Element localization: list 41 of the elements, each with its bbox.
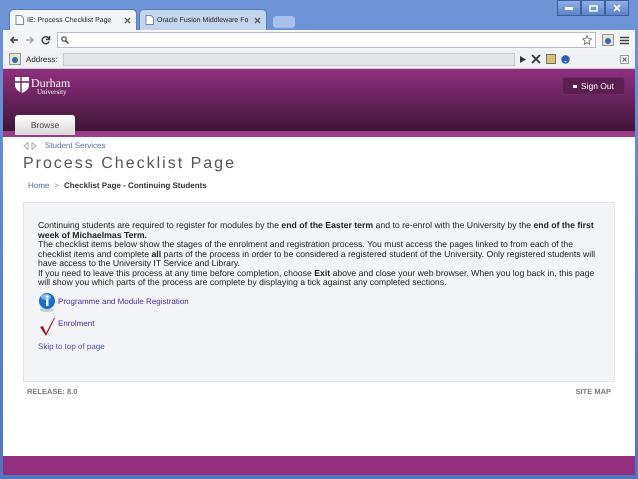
student-services-link[interactable]: Student Services [45,141,106,150]
close-icon [613,4,621,12]
minimize-button[interactable] [557,0,581,16]
minimize-icon [565,6,573,10]
tick-icon [38,316,56,336]
close-icon[interactable] [254,16,261,24]
info-icon [38,292,56,312]
address-field[interactable] [62,52,515,66]
help-icon[interactable] [561,54,570,64]
browse-tab[interactable]: Browse [15,115,75,135]
close-icon[interactable] [124,16,131,24]
star-icon[interactable] [582,35,592,45]
menu-icon[interactable] [620,36,629,44]
intro-paragraph: Continuing students are required to register for modules by the end of the Easter term and to re-enrol with the University by the end of the first week of Michaelmas Term. [38,221,595,240]
logo-name: Durham [31,77,70,89]
go-icon[interactable] [520,56,526,62]
page-icon [15,15,24,25]
breadcrumb-separator: > [54,181,60,190]
extension-icon[interactable] [546,54,556,64]
address-label: Address: [26,54,58,64]
ie-tab-icon [9,53,21,65]
maximize-icon [588,4,598,12]
maximize-button[interactable] [581,0,605,16]
skip-link[interactable]: Skip to top of page [38,342,105,350]
url-field[interactable] [57,32,596,48]
close-icon[interactable] [620,54,629,64]
intro-paragraph: The checklist items below show the stages of the enrolment and registration process. You must access the pages linked to from each of the checklist items and complete all parts of the process in order to be considered a registered student of the University. Only registered students will have access to the University IT Service and Library. [38,240,596,268]
home-link[interactable]: Home [28,181,50,190]
page-title: Process Checklist Page [23,155,237,173]
page-icon [145,15,154,25]
current-page: Checklist Page - Continuing Students [64,181,207,190]
sign-out-button[interactable]: Sign Out [562,77,625,95]
checklist-link[interactable]: Programme and Module Registration [58,296,189,306]
extension-icon[interactable] [602,34,614,46]
checklist-link[interactable]: Enrolment [58,318,94,328]
search-icon [61,36,69,44]
intro-paragraph: If you need to leave this process at any time before completion, choose Exit above and close your web browser. When you log back in, this page will show you which parts of the process are complete by displaying a tick against any completed sections. [38,268,596,288]
shield-icon [15,77,29,93]
reload-icon[interactable] [41,35,51,45]
back-icon[interactable] [9,35,19,45]
close-button[interactable] [605,0,629,16]
